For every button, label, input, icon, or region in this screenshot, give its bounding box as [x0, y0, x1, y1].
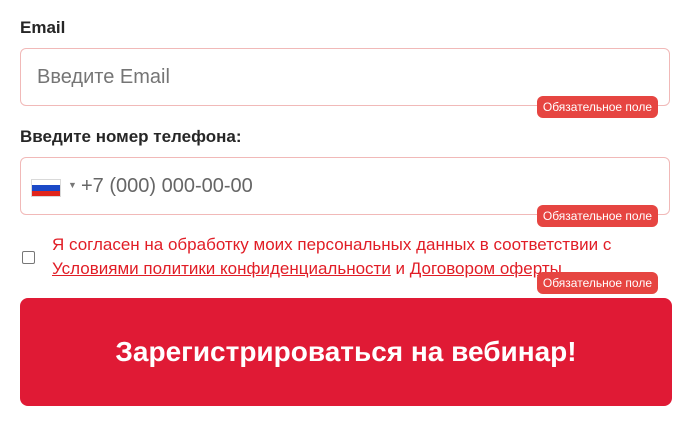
email-label: Email	[20, 18, 66, 37]
privacy-policy-link[interactable]: Условиями политики конфиденциальности	[52, 259, 391, 278]
consent-text-between: и	[390, 259, 410, 278]
russia-flag-icon[interactable]	[31, 179, 61, 197]
consent-required-badge: Обязательное поле	[536, 272, 658, 294]
phone-required-badge: Обязательное поле	[536, 205, 658, 227]
consent-text-before: Я согласен на обработку моих персональны…	[52, 235, 612, 254]
chevron-down-icon[interactable]: ▼	[68, 180, 77, 190]
phone-label: Введите номер телефона:	[20, 127, 242, 146]
email-required-badge: Обязательное поле	[536, 96, 658, 118]
register-webinar-button[interactable]: Зарегистрироваться на вебинар!	[20, 298, 672, 406]
consent-checkbox[interactable]	[22, 251, 35, 264]
